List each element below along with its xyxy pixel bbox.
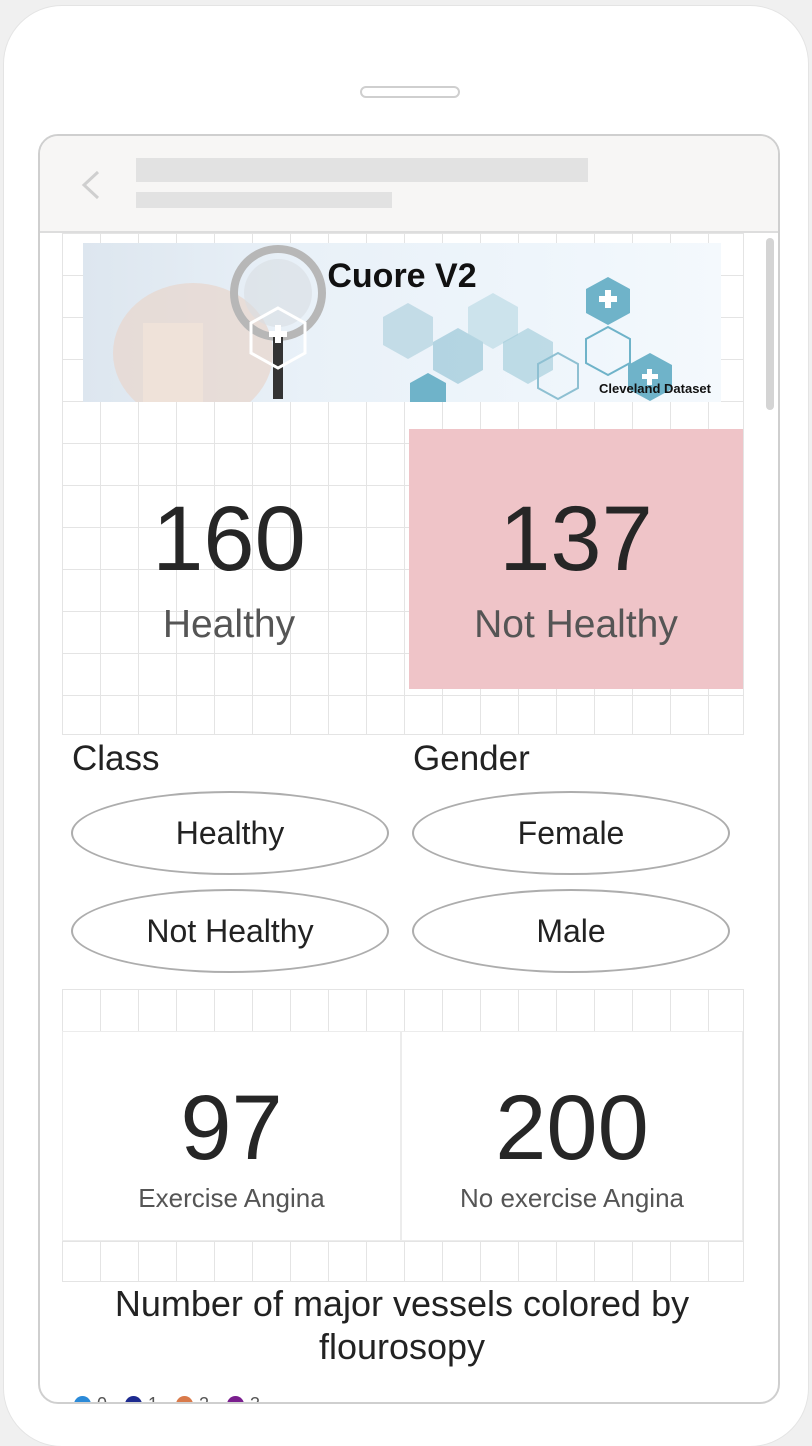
legend-item[interactable]: 3 [227, 1394, 261, 1404]
vessels-chart-legend: 0 1 2 3 [74, 1394, 261, 1404]
no-exercise-angina-card[interactable]: 200 No exercise Angina [401, 1031, 743, 1241]
report-canvas: Cuore V2 Cleveland Dataset 160 Healthy 1… [40, 233, 778, 1404]
title-placeholder [136, 158, 588, 182]
legend-dot-icon [176, 1396, 194, 1402]
legend-dot-icon [227, 1396, 245, 1402]
gender-male-button[interactable]: Male [412, 889, 730, 973]
legend-dot-icon [74, 1396, 91, 1402]
not-healthy-count: 137 [499, 488, 653, 590]
banner-image: Cuore V2 Cleveland Dataset [83, 243, 721, 402]
legend-item[interactable]: 2 [176, 1394, 210, 1404]
banner-title: Cuore V2 [327, 257, 477, 295]
legend-dot-icon [125, 1396, 143, 1402]
no-exercise-angina-label: No exercise Angina [459, 1183, 685, 1213]
healthy-label: Healthy [162, 603, 296, 646]
not-healthy-label: Not Healthy [474, 603, 678, 646]
exercise-angina-count: 97 [180, 1077, 283, 1179]
no-exercise-angina-count: 200 [495, 1077, 649, 1179]
banner-subtitle: Cleveland Dataset [599, 381, 711, 396]
healthy-count: 160 [152, 488, 306, 590]
class-not-healthy-button[interactable]: Not Healthy [71, 889, 389, 973]
exercise-angina-label: Exercise Angina [138, 1183, 325, 1213]
not-healthy-kpi-card[interactable]: 137 Not Healthy [409, 429, 743, 689]
legend-item[interactable]: 1 [125, 1394, 159, 1404]
exercise-angina-card[interactable]: 97 Exercise Angina [62, 1031, 401, 1241]
legend-item[interactable]: 0 [74, 1394, 108, 1404]
gender-filter-title: Gender [413, 739, 530, 778]
legend-label: 1 [148, 1394, 159, 1404]
phone-frame: Cuore V2 Cleveland Dataset 160 Healthy 1… [4, 6, 808, 1446]
subtitle-placeholder [136, 192, 392, 208]
phone-speaker [360, 86, 460, 98]
legend-label: 3 [250, 1394, 261, 1404]
title-bar [40, 136, 778, 233]
back-chevron-icon[interactable] [78, 170, 108, 200]
gender-female-button[interactable]: Female [412, 791, 730, 875]
legend-label: 2 [199, 1394, 210, 1404]
healthy-kpi-card[interactable]: 160 Healthy [62, 429, 396, 689]
legend-label: 0 [97, 1394, 108, 1404]
class-filter-title: Class [72, 739, 160, 778]
app-screen: Cuore V2 Cleveland Dataset 160 Healthy 1… [38, 134, 780, 1404]
vessels-chart-title: Number of major vessels colored by flour… [114, 1283, 690, 1367]
class-healthy-button[interactable]: Healthy [71, 791, 389, 875]
